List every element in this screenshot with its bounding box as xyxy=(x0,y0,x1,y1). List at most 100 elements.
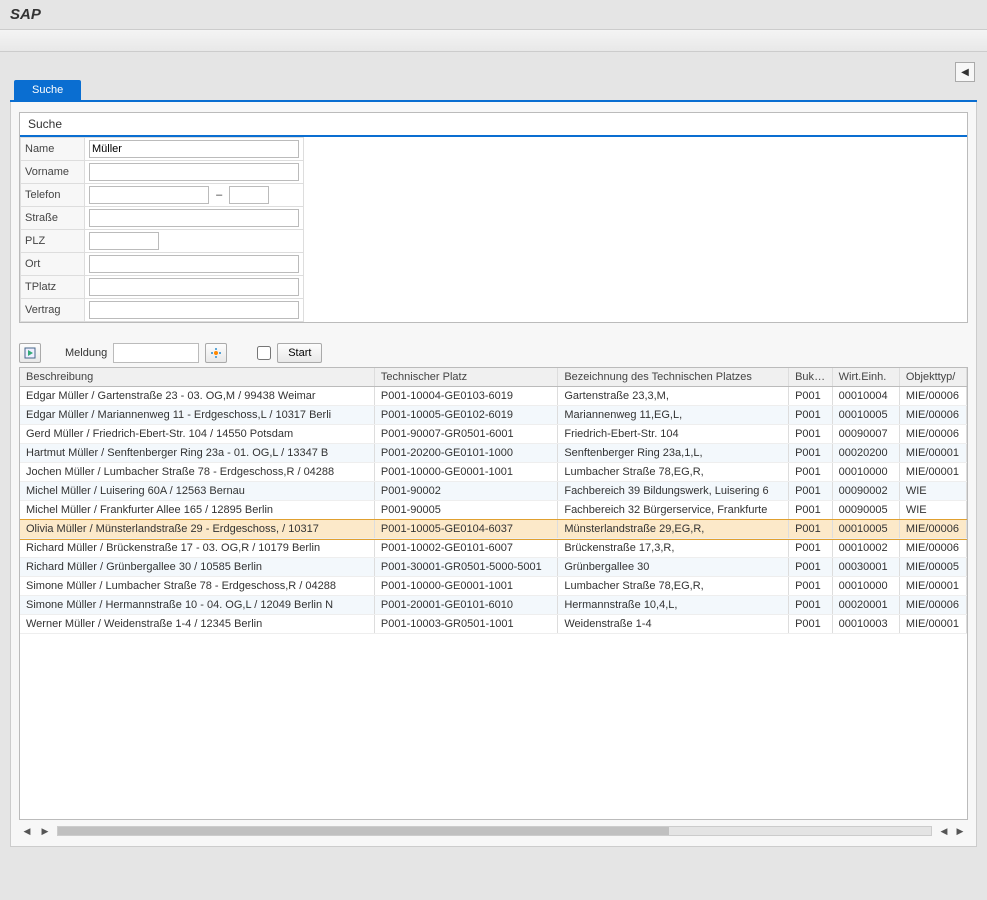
cell: MIE/00001 xyxy=(900,577,967,595)
start-button[interactable]: Start xyxy=(277,343,322,363)
table-row[interactable]: Richard Müller / Grünbergallee 30 / 1058… xyxy=(20,558,967,577)
cell: P001 xyxy=(789,539,833,557)
cell: MIE/00006 xyxy=(900,520,967,538)
table-row[interactable]: Gerd Müller / Friedrich-Ebert-Str. 104 /… xyxy=(20,425,967,444)
cell: P001-90005 xyxy=(375,501,558,519)
table-row[interactable]: Edgar Müller / Mariannenweg 11 - Erdgesc… xyxy=(20,406,967,425)
cell: 00010000 xyxy=(833,463,900,481)
execute-button[interactable] xyxy=(19,343,41,363)
cell: MIE/00001 xyxy=(900,444,967,462)
col-beschreibung[interactable]: Beschreibung xyxy=(20,368,375,386)
table-row[interactable]: Michel Müller / Luisering 60A / 12563 Be… xyxy=(20,482,967,501)
app-title: SAP xyxy=(0,0,987,30)
cell: P001 xyxy=(789,482,833,500)
search-form: Name Vorname Telefon – Straße xyxy=(20,137,304,322)
cell: Lumbacher Straße 78,EG,R, xyxy=(558,577,789,595)
scroll-thumb[interactable] xyxy=(58,827,669,835)
input-telefon-1[interactable] xyxy=(89,186,209,204)
input-vertrag[interactable] xyxy=(89,301,299,319)
input-meldung[interactable] xyxy=(113,343,199,363)
app-toolbar xyxy=(0,30,987,52)
cell: Michel Müller / Luisering 60A / 12563 Be… xyxy=(20,482,375,500)
cell: 00090002 xyxy=(833,482,900,500)
scroll-right-end-icon[interactable]: ▶ xyxy=(954,824,966,838)
cell: 00010003 xyxy=(833,615,900,633)
main-panel: Suche Name Vorname Telefon – xyxy=(10,102,977,847)
cell: Fachbereich 32 Bürgerservice, Frankfurte xyxy=(558,501,789,519)
scroll-left-icon[interactable]: ◀ xyxy=(21,824,33,838)
col-wirt-einh[interactable]: Wirt.Einh. xyxy=(833,368,900,386)
cell: Lumbacher Straße 78,EG,R, xyxy=(558,463,789,481)
scroll-right-icon[interactable]: ▶ xyxy=(39,824,51,838)
table-row[interactable]: Simone Müller / Hermannstraße 10 - 04. O… xyxy=(20,596,967,615)
checkbox-start[interactable] xyxy=(257,346,271,360)
label-telefon: Telefon xyxy=(21,184,85,207)
label-meldung: Meldung xyxy=(65,347,107,359)
tab-suche[interactable]: Suche xyxy=(14,80,81,100)
search-box: Suche Name Vorname Telefon – xyxy=(19,112,968,323)
cell: P001-10003-GR0501-1001 xyxy=(375,615,558,633)
label-plz: PLZ xyxy=(21,230,85,253)
cell: P001-20200-GE0101-1000 xyxy=(375,444,558,462)
input-ort[interactable] xyxy=(89,255,299,273)
input-strasse[interactable] xyxy=(89,209,299,227)
cell: 00090005 xyxy=(833,501,900,519)
cell: 00090007 xyxy=(833,425,900,443)
input-plz[interactable] xyxy=(89,232,159,250)
cell: Mariannenweg 11,EG,L, xyxy=(558,406,789,424)
input-vorname[interactable] xyxy=(89,163,299,181)
cell: Hermannstraße 10,4,L, xyxy=(558,596,789,614)
label-vorname: Vorname xyxy=(21,161,85,184)
cell: P001-10002-GE0101-6007 xyxy=(375,539,558,557)
cell: Münsterlandstraße 29,EG,R, xyxy=(558,520,789,538)
cell: P001 xyxy=(789,425,833,443)
cell: 00010004 xyxy=(833,387,900,405)
input-tplatz[interactable] xyxy=(89,278,299,296)
cell: Simone Müller / Lumbacher Straße 78 - Er… xyxy=(20,577,375,595)
cell: MIE/00006 xyxy=(900,406,967,424)
cell: P001 xyxy=(789,558,833,576)
table-row[interactable]: Michel Müller / Frankfurter Allee 165 / … xyxy=(20,501,967,520)
cell: MIE/00001 xyxy=(900,615,967,633)
cell: P001 xyxy=(789,577,833,595)
cell: Fachbereich 39 Bildungswerk, Luisering 6 xyxy=(558,482,789,500)
cell: P001 xyxy=(789,463,833,481)
cell: 00030001 xyxy=(833,558,900,576)
cell: P001-10005-GE0102-6019 xyxy=(375,406,558,424)
input-name[interactable] xyxy=(89,140,299,158)
col-bukrs[interactable]: Bukrs. xyxy=(789,368,833,386)
table-row[interactable]: Edgar Müller / Gartenstraße 23 - 03. OG,… xyxy=(20,387,967,406)
cell: Werner Müller / Weidenstraße 1-4 / 12345… xyxy=(20,615,375,633)
cell: 00020200 xyxy=(833,444,900,462)
cell: Simone Müller / Hermannstraße 10 - 04. O… xyxy=(20,596,375,614)
cell: WIE xyxy=(900,482,967,500)
scroll-left-end-icon[interactable]: ◀ xyxy=(938,824,950,838)
cell: P001 xyxy=(789,406,833,424)
cell: P001 xyxy=(789,444,833,462)
collapse-button[interactable]: ◀ xyxy=(955,62,975,82)
table-row[interactable]: Simone Müller / Lumbacher Straße 78 - Er… xyxy=(20,577,967,596)
table-row[interactable]: Werner Müller / Weidenstraße 1-4 / 12345… xyxy=(20,615,967,634)
cell: Grünbergallee 30 xyxy=(558,558,789,576)
col-bezeichnung[interactable]: Bezeichnung des Technischen Platzes xyxy=(558,368,789,386)
cell: P001-90007-GR0501-6001 xyxy=(375,425,558,443)
cell: 00010005 xyxy=(833,520,900,538)
input-telefon-2[interactable] xyxy=(229,186,269,204)
table-row[interactable]: Hartmut Müller / Senftenberger Ring 23a … xyxy=(20,444,967,463)
cell: Edgar Müller / Mariannenweg 11 - Erdgesc… xyxy=(20,406,375,424)
cell: 00010005 xyxy=(833,406,900,424)
variant-button[interactable] xyxy=(205,343,227,363)
cell: MIE/00005 xyxy=(900,558,967,576)
table-row[interactable]: Olivia Müller / Münsterlandstraße 29 - E… xyxy=(20,520,967,539)
cell: 00020001 xyxy=(833,596,900,614)
table-row[interactable]: Richard Müller / Brückenstraße 17 - 03. … xyxy=(20,539,967,558)
table-row[interactable]: Jochen Müller / Lumbacher Straße 78 - Er… xyxy=(20,463,967,482)
col-technischer-platz[interactable]: Technischer Platz xyxy=(375,368,558,386)
cell: P001-30001-GR0501-5000-5001 xyxy=(375,558,558,576)
cell: Olivia Müller / Münsterlandstraße 29 - E… xyxy=(20,520,375,538)
label-name: Name xyxy=(21,138,85,161)
variant-icon xyxy=(210,347,222,359)
scroll-track[interactable] xyxy=(57,826,932,836)
col-objekttyp[interactable]: Objekttyp/ xyxy=(900,368,967,386)
cell: Gerd Müller / Friedrich-Ebert-Str. 104 /… xyxy=(20,425,375,443)
